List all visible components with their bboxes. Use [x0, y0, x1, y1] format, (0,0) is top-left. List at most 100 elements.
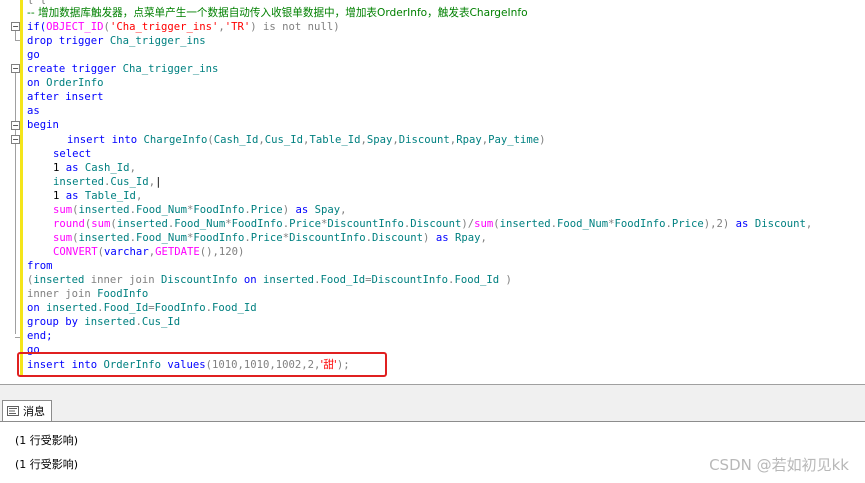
code-line-after: after insert: [27, 91, 104, 103]
code-line-from: from: [27, 260, 53, 272]
code-line-on2: on inserted.Food_Id=FoodInfo.Food_Id: [27, 301, 257, 315]
kw-varchar: varchar: [104, 246, 149, 258]
col: Spay: [366, 134, 393, 146]
id: Price: [671, 218, 704, 230]
id: FoodInfo: [97, 288, 149, 300]
code-line-if: if(OBJECT_ID('Cha_trigger_ins','TR') is …: [27, 20, 340, 34]
tab-messages[interactable]: 消息: [2, 400, 52, 421]
id: Food_Num: [174, 218, 226, 230]
kw-as: as: [735, 218, 755, 230]
num: 1: [53, 162, 66, 174]
alias: Discount: [754, 218, 806, 230]
kw-drop-trigger: drop trigger: [27, 35, 110, 47]
col: Cash_Id: [213, 134, 259, 146]
id: Food_Id: [212, 302, 257, 314]
code-line-join2: inner join FoodInfo: [27, 287, 148, 301]
id: FoodInfo: [231, 218, 283, 230]
kw-as: as: [295, 204, 315, 216]
tab-messages-label: 消息: [23, 405, 45, 418]
message-line: (1 行受影响): [15, 458, 79, 471]
outline-end: [15, 40, 20, 41]
code-line-group: group by inserted.Cus_Id: [27, 315, 180, 329]
pane-splitter[interactable]: [0, 384, 865, 400]
str-trigger-name: 'Cha_trigger_ins': [109, 21, 219, 33]
code-line-table: 1 as Table_Id,: [53, 189, 142, 203]
num: 1: [53, 190, 66, 202]
code-line-begin: begin: [27, 119, 59, 131]
kw-on: on: [243, 274, 264, 286]
change-tracking-bar: [20, 0, 23, 376]
id: DiscountInfo: [160, 274, 244, 286]
outline-line: [15, 73, 16, 121]
outline-line: [15, 144, 16, 334]
annotation-highlight-box: [17, 352, 387, 377]
id: DiscountInfo: [289, 232, 366, 244]
id: Discount: [372, 232, 424, 244]
code-line-go: go: [27, 49, 40, 61]
outline-end: [15, 337, 20, 338]
messages-icon: [7, 406, 19, 416]
code-line-rpay: sum(inserted.Food_Num*FoodInfo.Price*Dis…: [53, 231, 487, 245]
id: inserted: [263, 274, 315, 286]
col: Cus_Id: [110, 176, 149, 188]
op: ): [539, 134, 546, 146]
kw-if: if(: [27, 21, 47, 33]
kw-as: as: [435, 232, 455, 244]
code-line-insert-charge: insert into ChargeInfo(Cash_Id,Cus_Id,Ta…: [67, 133, 546, 147]
collapse-create-icon[interactable]: −: [11, 64, 20, 73]
op: ,: [805, 218, 813, 230]
code-line-create: create trigger Cha_trigger_ins: [27, 62, 218, 76]
kw-as: as: [65, 190, 85, 202]
col: Rpay: [456, 134, 482, 146]
id: Food_Num: [135, 204, 187, 216]
code-line-as: as: [27, 105, 40, 117]
op-is-not-null: ) is not null): [250, 21, 340, 33]
id: Food_Id: [454, 274, 500, 286]
fn-round: round: [53, 218, 85, 230]
kw-on: on: [27, 77, 47, 89]
id: FoodInfo: [154, 302, 206, 314]
col: Discount: [398, 134, 450, 146]
id-inserted: inserted: [53, 176, 105, 188]
code-line-cus: inserted.Cus_Id,|: [53, 175, 161, 189]
op: ,: [480, 232, 487, 244]
collapse-if-icon[interactable]: −: [11, 22, 20, 31]
kw-group-by: group by: [27, 316, 85, 328]
fn-sum: sum: [53, 204, 73, 216]
fn-sum: sum: [53, 232, 73, 244]
op: ),2): [703, 218, 736, 230]
kw-as: as: [65, 162, 85, 174]
query-editor[interactable]: − − − − { { -- 增加数据库触发器，点菜单产生一个数据自动传入收银单…: [0, 0, 865, 384]
id: Price: [289, 218, 321, 230]
results-tab-strip: 消息: [0, 399, 865, 422]
watermark: CSDN @若如初见kk: [709, 456, 849, 474]
code-line-end: end;: [27, 330, 53, 342]
col: Table_Id: [309, 134, 361, 146]
collapse-insert-icon[interactable]: −: [11, 135, 20, 144]
id: Price: [250, 204, 283, 216]
code-line-on: on OrderInfo: [27, 76, 104, 90]
outline-line: [15, 31, 16, 40]
col: Pay_time: [488, 134, 540, 146]
id: Food_Num: [557, 218, 609, 230]
code-line-select: select: [53, 148, 92, 160]
id: FoodInfo: [614, 218, 666, 230]
str-tr: 'TR': [224, 21, 251, 33]
code-comment-line: -- 增加数据库触发器，点菜单产生一个数据自动传入收银单数据中，增加表Order…: [27, 7, 528, 19]
fn-sum: sum: [474, 218, 494, 230]
id-chargeinfo: ChargeInfo: [143, 134, 208, 146]
code-line-spay: sum(inserted.Food_Num*FoodInfo.Price) as…: [53, 203, 347, 217]
id: Food_Num: [135, 232, 187, 244]
fn-sum: sum: [91, 218, 111, 230]
id: FoodInfo: [193, 232, 245, 244]
op: ): [282, 204, 296, 216]
id: Food_Id: [320, 274, 366, 286]
op: ,: [340, 204, 347, 216]
id: inserted: [499, 218, 551, 230]
id: FoodInfo: [193, 204, 245, 216]
alias: Table_Id: [84, 190, 136, 202]
id: DiscountInfo: [371, 274, 449, 286]
collapse-begin-icon[interactable]: −: [11, 121, 20, 130]
alias: Rpay: [454, 232, 481, 244]
kw-on: on: [27, 302, 47, 314]
